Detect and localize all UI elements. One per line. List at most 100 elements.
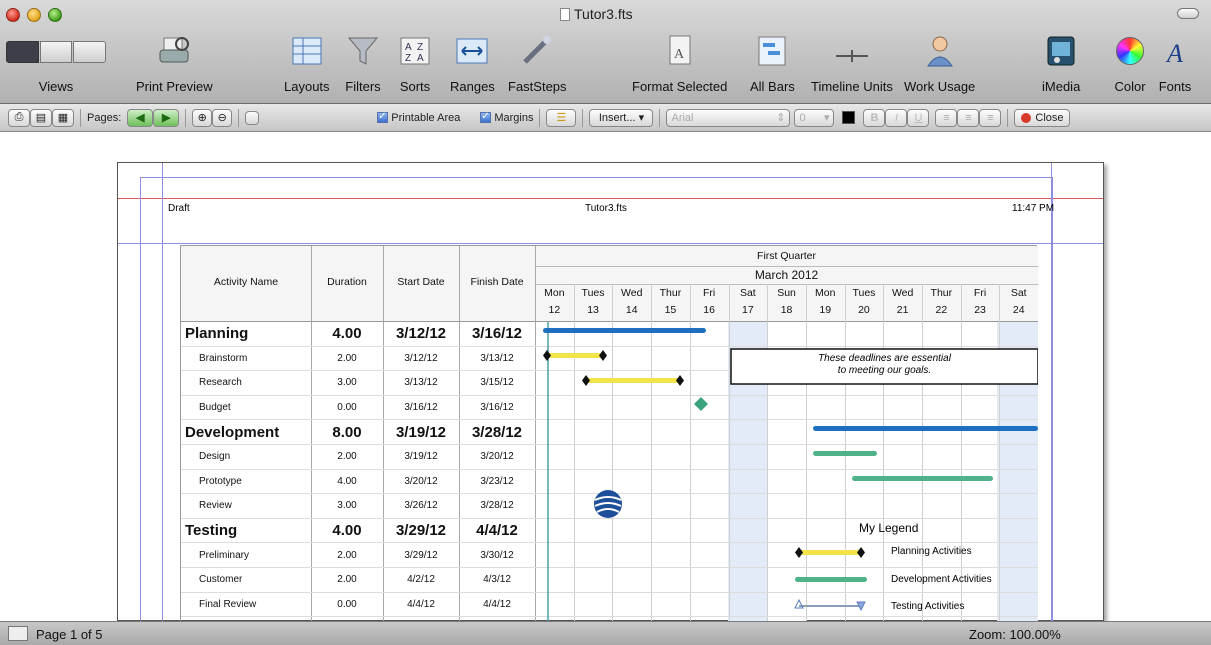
svg-text:A: A (405, 42, 412, 53)
bold-label: B (870, 111, 879, 124)
task-bar-brainstorm[interactable] (547, 353, 603, 358)
svg-text:A: A (674, 47, 685, 62)
status-bar: Page 1 of 5 Zoom: 100.00% (0, 621, 1211, 645)
page-header-left: Draft (168, 203, 190, 214)
ranges-button[interactable]: Ranges (450, 34, 495, 98)
header-margin-guide[interactable] (118, 198, 1103, 199)
all-bars-button[interactable]: All Bars (750, 34, 795, 98)
imedia-icon (1043, 34, 1079, 68)
filters-button[interactable]: Filters (345, 34, 381, 98)
fonts-label: Fonts (1158, 79, 1192, 94)
faststeps-wand-icon (519, 34, 555, 68)
format-selected-label: Format Selected (632, 79, 728, 94)
close-window-button[interactable] (6, 8, 20, 22)
print-preview-button[interactable]: Print Preview (136, 34, 213, 98)
color-button[interactable]: Color (1112, 34, 1148, 98)
page-header-center: Tutor3.fts (585, 203, 627, 214)
zoom-out-button[interactable]: ⊖ (212, 108, 233, 127)
italic-button[interactable]: I (885, 108, 908, 127)
font-size-select[interactable]: 0 ▾ (794, 108, 835, 127)
previous-page-button[interactable]: ◀ (127, 108, 154, 127)
next-page-button[interactable]: ▶ (153, 108, 180, 127)
milestone-budget[interactable] (694, 397, 708, 411)
task-bar-design[interactable] (813, 451, 877, 456)
layouts-icon (289, 34, 325, 68)
format-selected-icon: A (662, 34, 698, 68)
toolbar-toggle-button[interactable] (1177, 8, 1199, 19)
annotation-line-2: to meeting our goals. (837, 365, 932, 376)
right-margin-guide[interactable] (1051, 163, 1052, 622)
close-preview-button[interactable]: Close (1014, 108, 1071, 127)
work-usage-person-icon (922, 34, 958, 68)
end-diamond-brainstorm (599, 350, 607, 361)
insert-dropdown[interactable]: Insert... ▾ (589, 108, 654, 127)
underline-label: U (914, 111, 923, 124)
font-size-value: 0 (799, 111, 806, 124)
print-preview-label: Print Preview (136, 79, 213, 94)
ranges-label: Ranges (450, 79, 495, 94)
separator (659, 108, 661, 127)
format-button[interactable]: ☰ (546, 108, 577, 127)
align-left-button[interactable]: ≡ (935, 108, 958, 127)
printable-area-guide (140, 177, 1052, 178)
printable-area-right-guide (1052, 177, 1053, 622)
globe-logo-icon[interactable] (594, 490, 622, 518)
margins-label: Margins (494, 111, 534, 124)
italic-label: I (894, 111, 899, 124)
minimize-window-button[interactable] (27, 8, 41, 22)
document-icon (560, 7, 570, 21)
imedia-button[interactable]: iMedia (1042, 34, 1080, 98)
fonts-icon: A (1157, 34, 1193, 68)
margins-checkbox[interactable] (480, 111, 492, 123)
separator (80, 108, 81, 127)
align-right-button[interactable]: ≡ (979, 108, 1002, 127)
text-color-swatch[interactable] (842, 111, 856, 124)
sorts-button[interactable]: AZZA Sorts (397, 34, 433, 98)
printable-area-checkbox[interactable] (377, 111, 389, 123)
color-wheel-icon (1112, 34, 1148, 68)
left-margin-guide[interactable] (162, 163, 163, 622)
summary-bar-development[interactable] (813, 426, 1038, 431)
zoom-window-button[interactable] (48, 8, 62, 22)
timeline-units-icon (834, 34, 870, 68)
zoom-in-button[interactable]: ⊕ (192, 108, 213, 127)
printable-area-left-guide (140, 177, 141, 622)
annotation-text: These deadlines are essential to meeting… (731, 353, 1038, 377)
preview-canvas[interactable]: Draft Tutor3.fts 11:47 PM Activity Name … (0, 132, 1211, 624)
timeline-units-button[interactable]: Timeline Units (811, 34, 893, 98)
work-usage-button[interactable]: Work Usage (904, 34, 975, 98)
font-family-select[interactable]: Arial ⇕ (666, 108, 791, 127)
window-title-text: Tutor3.fts (574, 6, 633, 22)
views-label: Views (38, 79, 74, 94)
summary-bar-planning[interactable] (543, 328, 706, 333)
format-selected-button[interactable]: A Format Selected (632, 34, 727, 98)
print-preview-bar: ⎙ ▤ ▦ Pages: ◀ ▶ ⊕ ⊖ Printable Area Marg… (0, 104, 1211, 132)
layouts-button[interactable]: Layouts (284, 34, 330, 98)
faststeps-button[interactable]: FastSteps (508, 34, 567, 98)
page-indicator: Page 1 of 5 (36, 627, 103, 642)
page-layout-button[interactable]: ▤ (30, 108, 52, 127)
underline-button[interactable]: U (907, 108, 930, 127)
separator (185, 108, 187, 127)
separator (539, 108, 541, 127)
align-center-button[interactable]: ≡ (957, 108, 980, 127)
task-bar-research[interactable] (586, 378, 680, 383)
page-setup-button[interactable] (245, 110, 260, 125)
views-button[interactable]: Views (6, 34, 107, 98)
printable-area-label: Printable Area (391, 111, 461, 124)
all-bars-label: All Bars (750, 79, 795, 94)
sorts-label: Sorts (399, 79, 431, 94)
page-header-right: 11:47 PM (1012, 203, 1055, 214)
task-bar-prototype[interactable] (852, 476, 993, 481)
svg-text:Z: Z (417, 42, 423, 53)
top-margin-guide[interactable] (118, 243, 1103, 244)
bold-button[interactable]: B (863, 108, 886, 127)
print-icon-button[interactable]: ⎙ (8, 108, 30, 127)
legend-end-diamond (857, 547, 865, 558)
fonts-button[interactable]: A Fonts (1157, 34, 1193, 98)
views-icon (6, 34, 107, 68)
page-icon[interactable] (8, 626, 28, 641)
layouts-label: Layouts (284, 79, 330, 94)
legend-item-development: Development Activities (891, 574, 992, 585)
multi-page-button[interactable]: ▦ (52, 108, 74, 127)
